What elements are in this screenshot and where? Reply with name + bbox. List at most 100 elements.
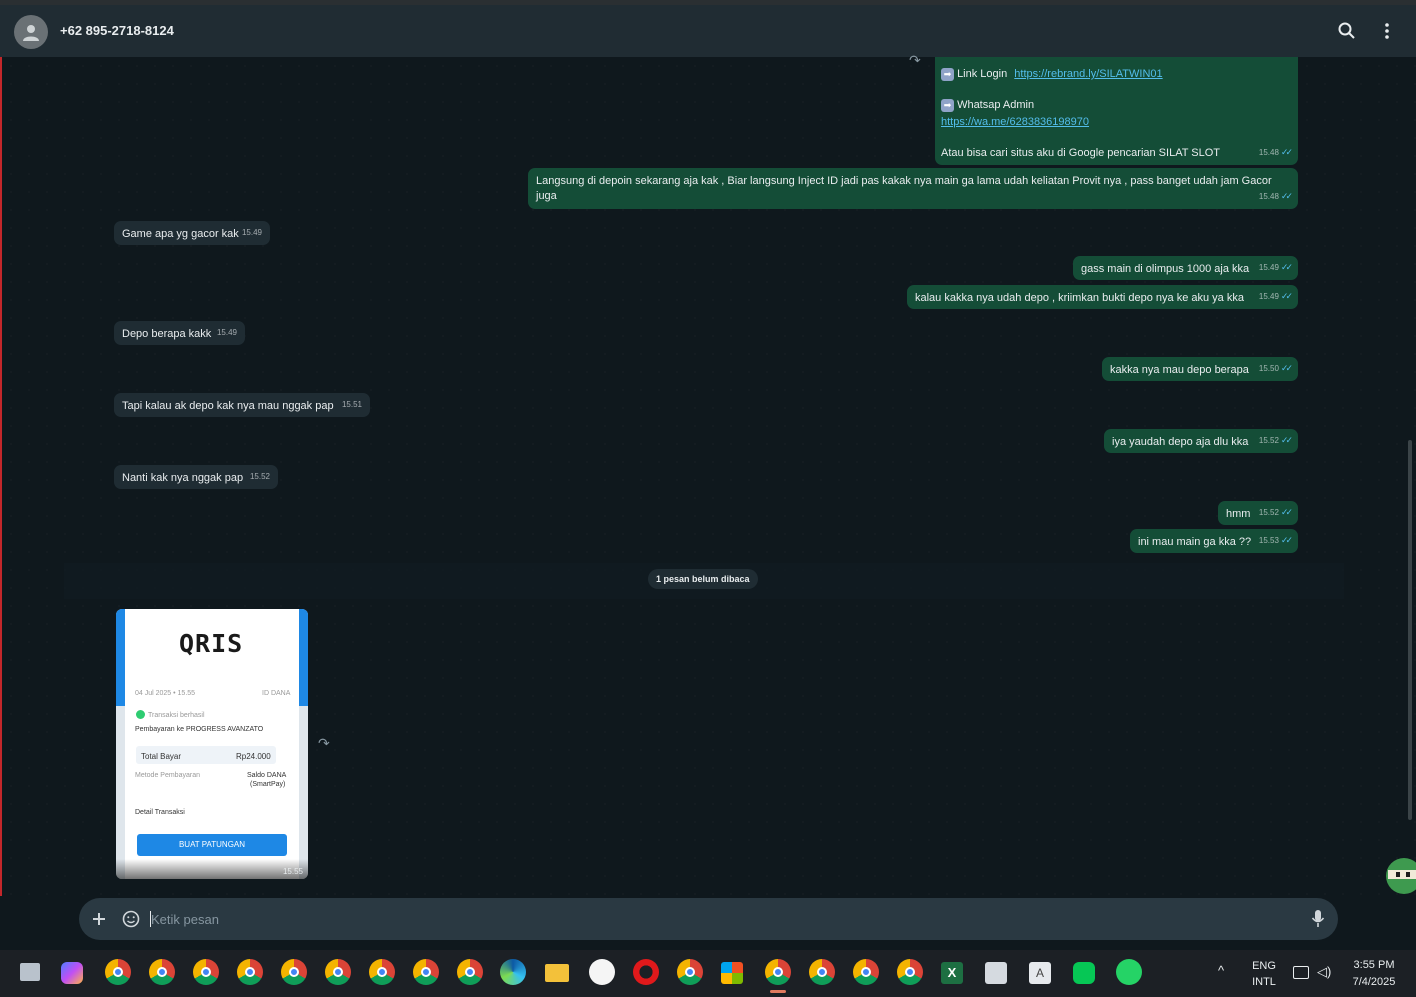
font-app-icon[interactable]: A bbox=[1029, 962, 1051, 984]
line-icon[interactable] bbox=[1073, 962, 1095, 984]
copilot-icon[interactable] bbox=[61, 962, 83, 984]
whatsapp-icon[interactable] bbox=[1116, 959, 1142, 985]
forward-icon[interactable]: ↷ bbox=[318, 735, 330, 752]
task-view-icon[interactable] bbox=[20, 963, 40, 981]
message-text: ini mau main ga kka ?? bbox=[1138, 536, 1252, 548]
emoji-sticker-icon[interactable] bbox=[122, 910, 140, 928]
image-message[interactable]: QRIS 04 Jul 2025 • 15.55 ID DANA Transak… bbox=[116, 609, 308, 879]
chrome-profile-icon[interactable] bbox=[325, 959, 351, 985]
message-text: kalau kakka nya udah depo , kriimkan buk… bbox=[915, 292, 1244, 304]
opera-icon[interactable] bbox=[633, 959, 659, 985]
plus-icon[interactable] bbox=[91, 911, 107, 927]
message-time: 15.48 bbox=[1258, 148, 1279, 157]
message-incoming[interactable]: Tapi kalau ak depo kak nya mau nggak pap… bbox=[114, 393, 370, 417]
file-explorer-icon[interactable] bbox=[545, 964, 569, 982]
message-meta: 15.50 ✓✓ bbox=[1258, 361, 1293, 376]
message-input-placeholder[interactable]: Ketik pesan bbox=[151, 912, 219, 927]
chrome-profile-icon[interactable] bbox=[853, 959, 879, 985]
clock-time[interactable]: 3:55 PM bbox=[1342, 959, 1406, 971]
link-login-url[interactable]: https://rebrand.ly/SILATWIN01 bbox=[1014, 68, 1162, 80]
whatsapp-admin-url[interactable]: https://wa.me/6283836198970 bbox=[941, 115, 1089, 130]
message-meta: 15.53 ✓✓ bbox=[1259, 533, 1293, 548]
message-input-box[interactable] bbox=[79, 898, 1338, 940]
image-overlay bbox=[116, 859, 308, 879]
microphone-icon[interactable] bbox=[1311, 909, 1325, 929]
microsoft-store-icon[interactable] bbox=[721, 962, 743, 984]
unread-label: 1 pesan belum dibaca bbox=[648, 569, 758, 589]
message-text: Langsung di depoin sekarang aja kak , Bi… bbox=[536, 175, 1272, 202]
message-time: 15.52 bbox=[1258, 508, 1279, 517]
contact-name[interactable]: +62 895-2718-8124 bbox=[60, 23, 174, 38]
chrome-profile-icon[interactable] bbox=[413, 959, 439, 985]
receipt-payee: Pembayaran ke PROGRESS AVANZATO bbox=[135, 726, 264, 733]
sticker-icon[interactable] bbox=[1376, 852, 1416, 896]
message-outgoing[interactable]: iya yaudah depo aja dlu kka 15.52 ✓✓ bbox=[1104, 429, 1298, 453]
chrome-profile-icon[interactable] bbox=[809, 959, 835, 985]
double-check-icon: ✓✓ bbox=[1280, 507, 1293, 517]
total-label: Total Bayar bbox=[141, 752, 182, 761]
chrome-profile-icon[interactable] bbox=[193, 959, 219, 985]
chrome-profile-icon[interactable] bbox=[237, 959, 263, 985]
chrome-profile-active-icon[interactable] bbox=[765, 959, 791, 985]
message-text: Atau bisa cari situs aku di Google penca… bbox=[941, 147, 1221, 159]
message-outgoing[interactable]: kalau kakka nya udah depo , kriimkan buk… bbox=[907, 285, 1298, 309]
double-check-icon: ✓✓ bbox=[1280, 435, 1293, 445]
double-check-icon: ✓✓ bbox=[1280, 291, 1293, 301]
message-time: 15.48 bbox=[1258, 192, 1279, 201]
app-window-icon[interactable] bbox=[985, 962, 1007, 984]
message-text: Tapi kalau ak depo kak nya mau nggak pap bbox=[122, 400, 334, 412]
double-check-icon: ✓✓ bbox=[1280, 535, 1293, 545]
method-label: Metode Pembayaran bbox=[135, 772, 200, 779]
message-meta: 15.48 ✓✓ bbox=[1258, 145, 1293, 160]
contact-avatar[interactable] bbox=[14, 15, 48, 49]
search-icon[interactable] bbox=[1337, 21, 1357, 41]
chrome-profile-icon[interactable] bbox=[457, 959, 483, 985]
double-check-icon: ✓✓ bbox=[1280, 262, 1293, 272]
message-outgoing[interactable]: hmm 15.52 ✓✓ bbox=[1218, 501, 1298, 525]
chrome-profile-icon[interactable] bbox=[897, 959, 923, 985]
message-incoming[interactable]: Nanti kak nya nggak pap 15.52 bbox=[114, 465, 278, 489]
clock-date[interactable]: 7/4/2025 bbox=[1342, 976, 1406, 988]
message-outgoing[interactable]: ini mau main ga kka ?? 15.53 ✓✓ bbox=[1130, 529, 1298, 553]
chat-header: +62 895-2718-8124 bbox=[0, 5, 1416, 57]
message-text: Depo berapa kakk bbox=[122, 328, 212, 340]
message-text: iya yaudah depo aja dlu kka bbox=[1112, 436, 1249, 448]
volume-icon[interactable]: ◁) bbox=[1317, 964, 1331, 980]
detail-label: Detail Transaksi bbox=[135, 809, 185, 816]
message-outgoing[interactable]: gass main di olimpus 1000 aja kka 15.49 ✓… bbox=[1073, 256, 1298, 280]
message-outgoing[interactable]: Langsung di depoin sekarang aja kak , Bi… bbox=[528, 168, 1298, 209]
message-time: 15.49 bbox=[1258, 292, 1279, 301]
double-check-icon: ✓✓ bbox=[1280, 363, 1293, 373]
excel-icon[interactable]: X bbox=[941, 962, 963, 984]
network-icon[interactable] bbox=[1293, 966, 1309, 979]
message-meta: 15.49 ✓✓ bbox=[1258, 289, 1293, 304]
chrome-profile-icon[interactable] bbox=[369, 959, 395, 985]
keyboard-layout[interactable]: INTL bbox=[1248, 976, 1280, 988]
receipt-card: QRIS 04 Jul 2025 • 15.55 ID DANA Transak… bbox=[125, 609, 299, 879]
message-incoming[interactable]: Game apa yg gacor kak 15.49 bbox=[114, 221, 270, 245]
message-meta: 15.52 ✓✓ bbox=[1259, 433, 1293, 448]
edge-icon[interactable] bbox=[500, 959, 526, 985]
chrome-icon[interactable] bbox=[105, 959, 131, 985]
person-icon bbox=[23, 25, 39, 41]
language-indicator[interactable]: ENG bbox=[1248, 960, 1280, 972]
chrome-profile-icon[interactable] bbox=[677, 959, 703, 985]
message-time: 15.50 bbox=[1258, 364, 1279, 373]
chrome-profile-icon[interactable] bbox=[281, 959, 307, 985]
chrome-profile-icon[interactable] bbox=[149, 959, 175, 985]
whatsapp-admin-label: Whatsap Admin bbox=[957, 99, 1035, 111]
message-text: hmm bbox=[1226, 508, 1251, 520]
message-outgoing[interactable]: kakka nya mau depo berapa 15.50 ✓✓ bbox=[1102, 357, 1298, 381]
message-incoming[interactable]: Depo berapa kakk 15.49 bbox=[114, 321, 245, 345]
chevron-up-icon[interactable]: ^ bbox=[1218, 963, 1224, 978]
message-text: Nanti kak nya nggak pap bbox=[122, 472, 244, 484]
message-time: 15.49 bbox=[216, 328, 237, 337]
chat-scrollbar[interactable] bbox=[1408, 440, 1412, 820]
message-outgoing[interactable]: ➡ Link Login https://rebrand.ly/SILATWIN… bbox=[935, 57, 1298, 165]
message-text: kakka nya mau depo berapa bbox=[1110, 364, 1249, 376]
forward-icon[interactable]: ↷ bbox=[909, 52, 921, 69]
message-text: Game apa yg gacor kak bbox=[122, 228, 239, 240]
more-options-icon[interactable] bbox=[1377, 21, 1397, 41]
receipt-date: 04 Jul 2025 • 15.55 bbox=[135, 690, 196, 697]
proton-vpn-icon[interactable] bbox=[589, 959, 615, 985]
